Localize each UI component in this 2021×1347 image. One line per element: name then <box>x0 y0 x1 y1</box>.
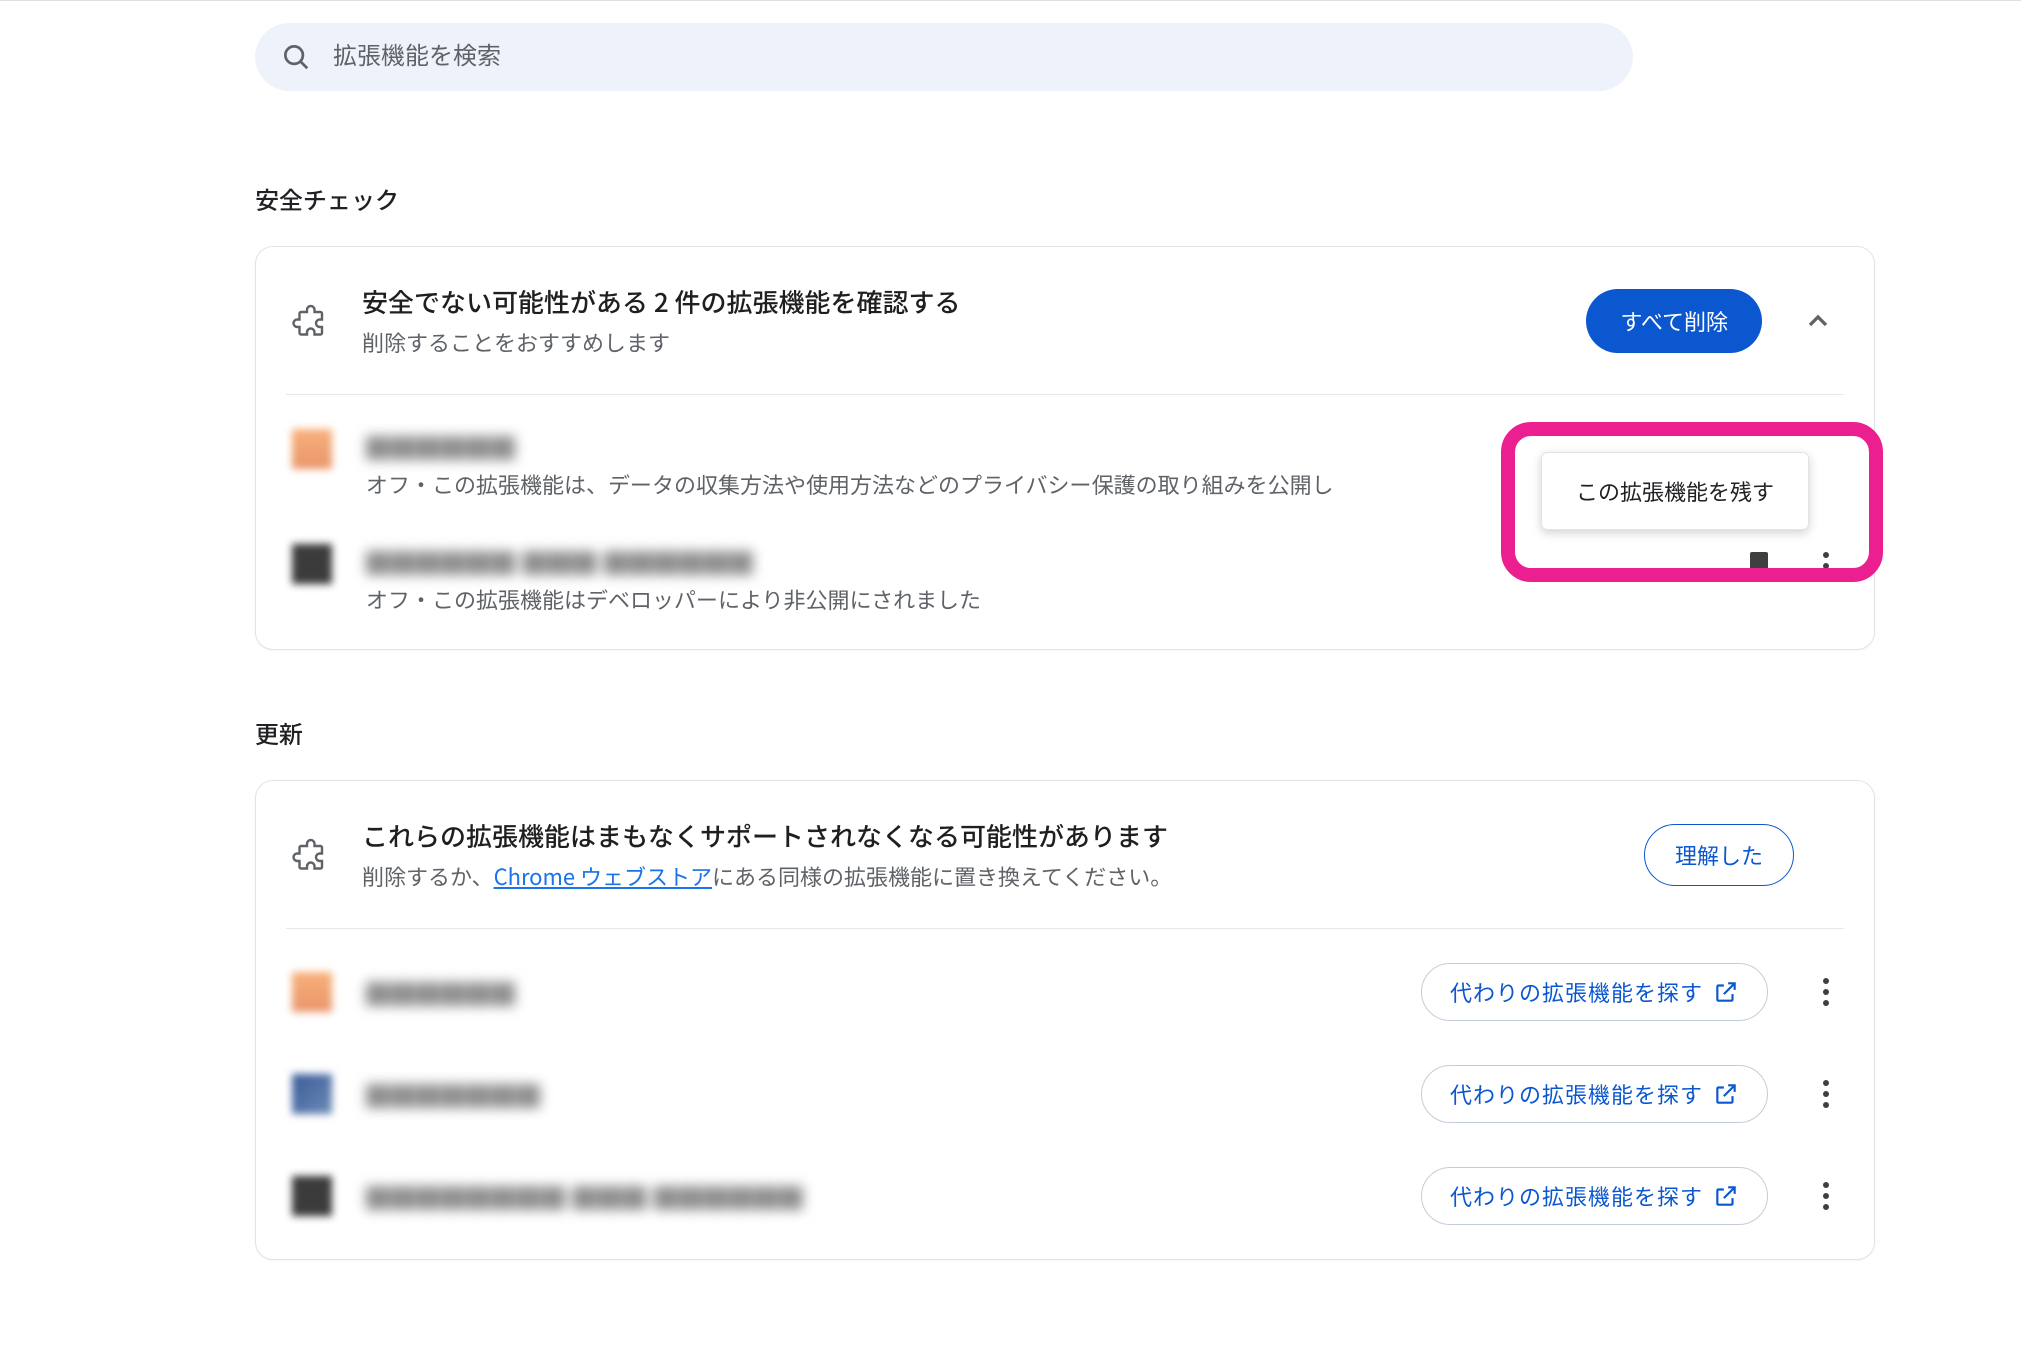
open-external-icon <box>1713 1183 1739 1209</box>
find-alternative-button[interactable]: 代わりの拡張機能を探す <box>1421 1167 1768 1225</box>
updates-card: これらの拡張機能はまもなくサポートされなくなる可能性があります 削除するか、Ch… <box>255 780 1875 1260</box>
section-title-updates: 更新 <box>255 715 1875 750</box>
extension-row: ██████ 代わりの拡張機能を探す <box>256 929 1874 1043</box>
extension-app-icon <box>292 544 332 584</box>
search-bar[interactable] <box>255 23 1633 91</box>
updates-card-header: これらの拡張機能はまもなくサポートされなくなる可能性があります 削除するか、Ch… <box>256 781 1874 928</box>
extension-row: ██████ ███ ██████ オフ・この拡張機能はデベロッパーにより非公開… <box>256 522 1874 649</box>
extension-name: ██████ <box>366 975 1401 1010</box>
extension-desc: オフ・この拡張機能はデベロッパーにより非公開にされました <box>366 583 1730 615</box>
extension-name: ████████ ███ ██████ <box>366 1179 1401 1214</box>
more-menu-button[interactable] <box>1818 1174 1834 1218</box>
find-alternative-label: 代わりの拡張機能を探す <box>1450 976 1703 1008</box>
updates-header-title: これらの拡張機能はまもなくサポートされなくなる可能性があります <box>362 817 1644 854</box>
safety-header-title: 安全でない可能性がある 2 件の拡張機能を確認する <box>362 283 1586 320</box>
search-icon <box>281 42 311 72</box>
extension-icon <box>292 303 328 339</box>
extension-icon <box>292 837 328 873</box>
find-alternative-label: 代わりの拡張機能を探す <box>1450 1180 1703 1212</box>
more-menu-button[interactable] <box>1818 970 1834 1014</box>
section-title-safety: 安全チェック <box>255 181 1875 216</box>
extension-name: ███████ <box>366 1077 1401 1112</box>
safety-card: 安全でない可能性がある 2 件の拡張機能を確認する 削除することをおすすめします… <box>255 246 1875 650</box>
find-alternative-button[interactable]: 代わりの拡張機能を探す <box>1421 1065 1768 1123</box>
safety-header-subtitle: 削除することをおすすめします <box>362 326 1586 358</box>
extension-app-icon <box>292 429 332 469</box>
more-menu-button[interactable] <box>1818 1072 1834 1116</box>
extension-name: ██████ ███ ██████ <box>366 544 1730 579</box>
extension-app-icon <box>292 1074 332 1114</box>
extension-app-icon <box>292 972 332 1012</box>
toggle-off-icon[interactable] <box>1750 552 1768 580</box>
updates-sub-pre: 削除するか、 <box>362 860 494 892</box>
remove-all-button[interactable]: すべて削除 <box>1586 289 1762 353</box>
acknowledge-button[interactable]: 理解した <box>1644 824 1794 886</box>
open-external-icon <box>1713 1081 1739 1107</box>
find-alternative-button[interactable]: 代わりの拡張機能を探す <box>1421 963 1768 1021</box>
extension-app-icon <box>292 1176 332 1216</box>
search-input[interactable] <box>333 43 1607 71</box>
updates-header-subtitle: 削除するか、Chrome ウェブストアにある同様の拡張機能に置き換えてください。 <box>362 860 1644 892</box>
chrome-webstore-link[interactable]: Chrome ウェブストア <box>494 860 712 892</box>
extension-row: ████████ ███ ██████ 代わりの拡張機能を探す <box>256 1145 1874 1259</box>
extension-row: ███████ 代わりの拡張機能を探す <box>256 1043 1874 1145</box>
open-external-icon <box>1713 979 1739 1005</box>
collapse-toggle[interactable] <box>1802 305 1834 337</box>
more-menu-button[interactable] <box>1818 544 1834 588</box>
safety-card-header: 安全でない可能性がある 2 件の拡張機能を確認する 削除することをおすすめします… <box>256 247 1874 394</box>
updates-sub-post: にある同様の拡張機能に置き換えてください。 <box>712 860 1172 892</box>
find-alternative-label: 代わりの拡張機能を探す <box>1450 1078 1703 1110</box>
keep-extension-popover[interactable]: この拡張機能を残す <box>1541 452 1809 530</box>
